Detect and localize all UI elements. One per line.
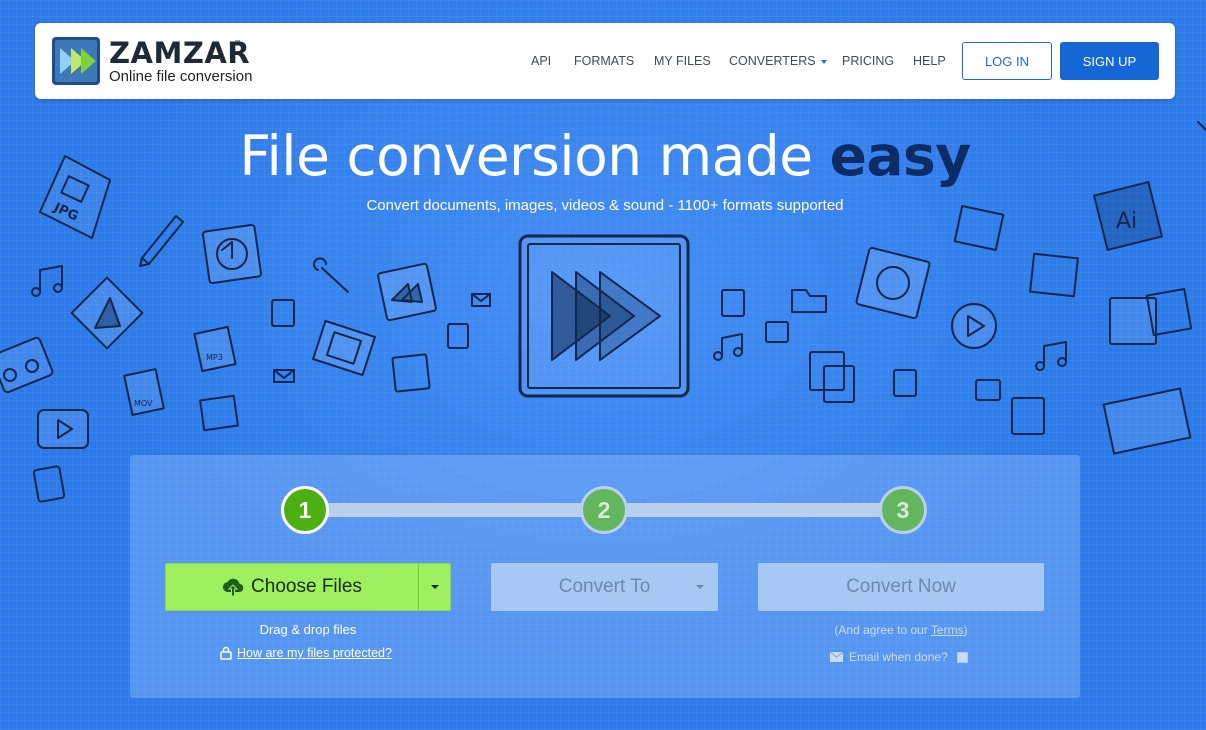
terms-agreement: (And agree to our Terms) [758,623,1044,637]
caret-down-icon [430,585,439,589]
zamzar-logo[interactable]: ZAMZAR ™ Online file conversion [51,36,291,88]
choose-files-label: Choose Files [251,576,362,597]
zamzar-logo-icon [52,37,100,85]
choose-files-dropdown[interactable] [418,564,450,610]
caret-down-icon-2 [696,585,704,589]
nav-my-files[interactable]: MY FILES [654,54,711,68]
nav-converters-label: CONVERTERS [729,54,816,68]
files-protected-row: How are my files protected? [220,646,392,660]
email-when-done-row: Email when done? [830,650,968,664]
convert-to-select[interactable]: Convert To [491,563,718,611]
hero-title-emphasis: easy [829,124,972,188]
step-3-badge: 3 [879,486,927,534]
hero-subtitle: Convert documents, images, videos & soun… [366,197,844,214]
lock-icon [220,646,232,660]
choose-files-main[interactable]: Choose Files [166,564,418,610]
brand-name: ZAMZAR [109,36,251,70]
chevron-down-icon [820,59,827,64]
email-when-done-checkbox[interactable] [956,651,968,663]
login-button[interactable]: LOG IN [962,42,1052,80]
signup-button[interactable]: SIGN UP [1060,42,1159,80]
terms-link[interactable]: Terms [931,623,964,637]
agree-suffix: ) [963,623,968,637]
brand-tagline: Online file conversion [109,68,253,85]
nav-help[interactable]: HELP [913,54,946,68]
files-protected-link[interactable]: How are my files protected? [237,646,392,660]
nav-api[interactable]: API [531,54,551,68]
drag-drop-hint: Drag & drop files [259,622,357,637]
nav-pricing[interactable]: PRICING [842,54,894,68]
convert-to-label: Convert To [558,576,651,597]
hero-title: File conversion made easy [0,124,1206,188]
step-2-badge: 2 [580,486,628,534]
choose-files-button[interactable]: Choose Files [165,563,451,611]
nav-formats[interactable]: FORMATS [574,54,634,68]
convert-now-button[interactable]: Convert Now [758,563,1044,611]
email-when-done-label: Email when done? [849,650,948,664]
nav-converters[interactable]: CONVERTERS [729,54,827,68]
envelope-icon-small [830,652,843,662]
agree-prefix: (And agree to our [834,623,931,637]
step-1-badge: 1 [281,486,329,534]
cloud-upload-icon [222,578,244,597]
hero-title-main: File conversion made [239,124,830,188]
trademark-symbol: ™ [234,39,242,48]
top-navbar: ZAMZAR ™ Online file conversion API FORM… [35,23,1175,99]
